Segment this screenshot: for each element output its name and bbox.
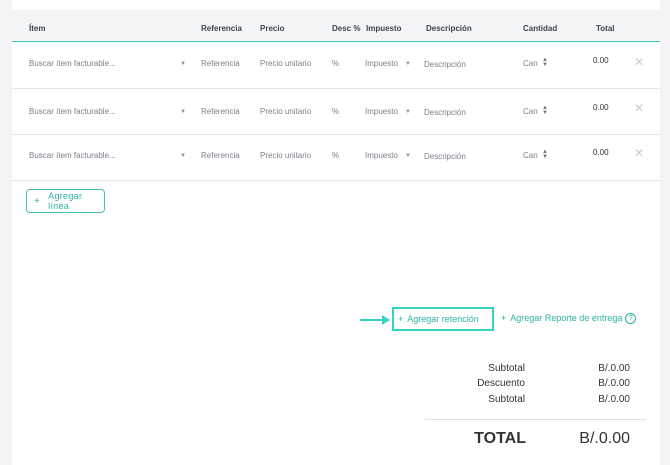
header-price: Precio xyxy=(260,24,285,33)
description-input[interactable]: Descripción xyxy=(424,60,466,69)
caret-down-icon[interactable]: ▼ xyxy=(405,153,411,159)
add-retention-label: Agregar retención xyxy=(407,314,479,324)
row-total: 0.00 xyxy=(593,148,609,157)
quantity-input[interactable]: Can xyxy=(523,107,538,116)
table-row: Buscar ítem facturable... ▼ Referencia P… xyxy=(12,89,660,135)
subtotal2-label: Subtotal xyxy=(488,394,525,405)
totals-divider xyxy=(425,419,646,420)
row-total: 0.00 xyxy=(593,56,609,65)
subtotal-value: B/.0.00 xyxy=(598,363,630,374)
header-quantity: Cantidad xyxy=(523,24,558,33)
table-row: Buscar ítem facturable... ▼ Referencia P… xyxy=(12,43,660,89)
tax-select[interactable]: Impuesto xyxy=(365,151,398,160)
close-icon[interactable]: ✕ xyxy=(634,101,644,115)
caret-down-icon[interactable]: ▼ xyxy=(405,61,411,67)
add-line-label: Agregar línea xyxy=(48,191,83,211)
add-delivery-report-label: Agregar Reporte de entrega xyxy=(510,313,623,323)
discount-input[interactable]: % xyxy=(332,107,339,116)
total-label: TOTAL xyxy=(474,430,526,447)
close-icon[interactable]: ✕ xyxy=(634,146,644,160)
plus-icon: + xyxy=(501,313,507,323)
quantity-input[interactable]: Can xyxy=(523,59,538,68)
stepper-icon[interactable]: ▲ ▼ xyxy=(542,105,548,116)
header-tax: Impuesto xyxy=(366,24,402,33)
tax-select[interactable]: Impuesto xyxy=(365,59,398,68)
header-description: Descripción xyxy=(426,24,472,33)
close-icon[interactable]: ✕ xyxy=(634,55,644,69)
add-retention-button[interactable]: + Agregar retención xyxy=(392,307,494,331)
caret-down-icon[interactable]: ▼ xyxy=(180,61,186,67)
total-value: B/.0.00 xyxy=(579,430,630,447)
reference-input[interactable]: Referencia xyxy=(201,59,240,68)
quantity-input[interactable]: Can xyxy=(523,151,538,160)
subtotal2-value: B/.0.00 xyxy=(598,394,630,405)
discount-input[interactable]: % xyxy=(332,59,339,68)
header-discount: Desc % xyxy=(332,24,361,33)
price-input[interactable]: Precio unitario xyxy=(260,151,311,160)
item-search-input[interactable]: Buscar ítem facturable... xyxy=(29,107,116,116)
caret-down-icon[interactable]: ▼ xyxy=(405,109,411,115)
header-total: Total xyxy=(596,24,615,33)
item-search-input[interactable]: Buscar ítem facturable... xyxy=(29,151,116,160)
header-item: Ítem xyxy=(29,24,46,33)
help-icon[interactable]: ? xyxy=(625,313,637,325)
subtotal-label: Subtotal xyxy=(488,363,525,374)
discount-input[interactable]: % xyxy=(332,151,339,160)
description-input[interactable]: Descripción xyxy=(424,152,466,161)
row-total: 0.00 xyxy=(593,103,609,112)
item-search-input[interactable]: Buscar ítem facturable... xyxy=(29,59,116,68)
description-input[interactable]: Descripción xyxy=(424,108,466,117)
price-input[interactable]: Precio unitario xyxy=(260,59,311,68)
plus-icon: + xyxy=(398,314,404,324)
caret-down-icon[interactable]: ▼ xyxy=(180,109,186,115)
reference-input[interactable]: Referencia xyxy=(201,151,240,160)
add-line-button[interactable]: + Agregar línea xyxy=(26,189,105,213)
price-input[interactable]: Precio unitario xyxy=(260,107,311,116)
plus-icon: + xyxy=(34,195,41,207)
invoice-items-page: Ítem Referencia Precio Desc % Impuesto D… xyxy=(12,0,660,465)
header-reference: Referencia xyxy=(201,24,242,33)
discount-label: Descuento xyxy=(477,378,525,389)
arrow-right-icon xyxy=(360,315,390,325)
table-row: Buscar ítem facturable... ▼ Referencia P… xyxy=(12,135,660,181)
stepper-icon[interactable]: ▲ ▼ xyxy=(542,57,548,68)
tax-select[interactable]: Impuesto xyxy=(365,107,398,116)
caret-down-icon[interactable]: ▼ xyxy=(180,153,186,159)
stepper-icon[interactable]: ▲ ▼ xyxy=(542,149,548,160)
table-header: Ítem Referencia Precio Desc % Impuesto D… xyxy=(12,10,660,42)
reference-input[interactable]: Referencia xyxy=(201,107,240,116)
add-delivery-report-button[interactable]: + Agregar Reporte de entrega? xyxy=(501,313,637,325)
discount-value: B/.0.00 xyxy=(598,378,630,389)
